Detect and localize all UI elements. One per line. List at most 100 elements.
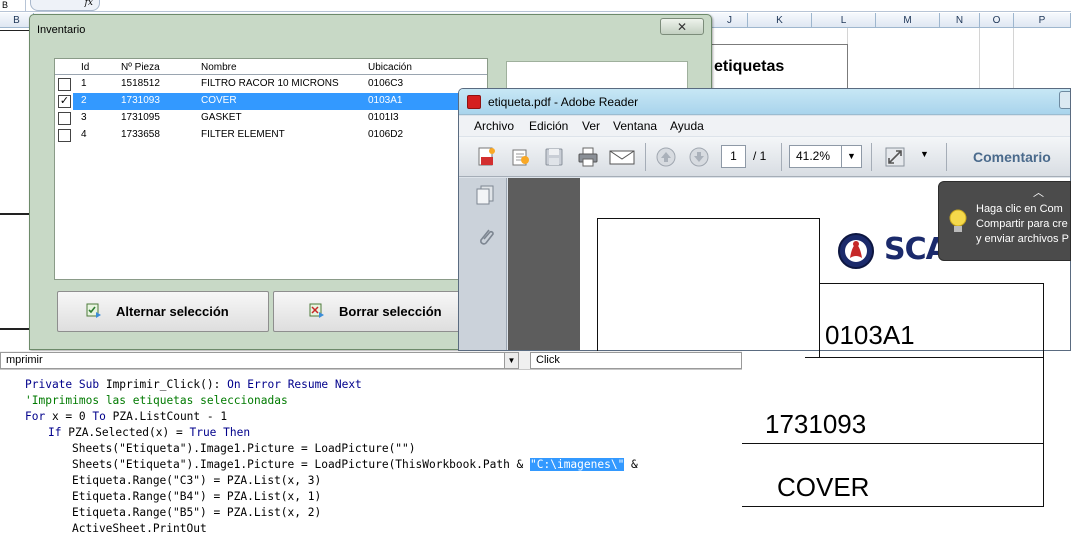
column-header-o[interactable]: O — [980, 13, 1014, 28]
chevron-down-icon[interactable]: ▼ — [504, 353, 518, 368]
label-border — [597, 218, 598, 351]
toolbar-separator — [645, 143, 646, 171]
reader-title: etiqueta.pdf - Adobe Reader — [488, 95, 639, 109]
column-header-pieza[interactable]: Nº Pieza — [121, 62, 160, 73]
code-text: x = 0 — [51, 410, 93, 423]
label-border — [597, 218, 819, 219]
edit-document-icon[interactable] — [510, 146, 532, 168]
vba-code-window[interactable]: Private Sub Imprimir_Click(): On Error R… — [0, 371, 742, 534]
cell-id: 4 — [81, 129, 87, 140]
list-item[interactable]: 3 1731095 GASKET 0101I3 — [55, 110, 487, 127]
column-header-p[interactable]: P — [1014, 13, 1071, 28]
label-name: COVER — [777, 472, 870, 502]
save-icon[interactable] — [543, 146, 565, 168]
code-line: Etiqueta.Range("B4") = PZA.List(x, 1) — [72, 490, 322, 503]
alternar-seleccion-button[interactable]: Alternar selección — [57, 291, 269, 332]
fx-button[interactable]: fx — [30, 0, 100, 11]
label-border — [819, 218, 820, 358]
zoom-value: 41.2% — [796, 149, 831, 163]
clear-selection-icon — [309, 303, 324, 318]
cell-pieza: 1731095 — [121, 112, 160, 123]
sheet-label-box: etiquetas — [700, 44, 848, 90]
object-combo[interactable]: mprimir ▼ — [0, 352, 519, 369]
code-line: Etiqueta.Range("B5") = PZA.List(x, 2) — [72, 506, 322, 519]
label-border-line — [0, 30, 29, 31]
column-header-m[interactable]: M — [876, 13, 940, 28]
code-line: Sheets("Etiqueta").Image1.Picture = Load… — [72, 457, 638, 473]
row-checkbox[interactable] — [58, 78, 71, 91]
menu-edicion[interactable]: Edición — [529, 119, 568, 133]
code-line: If PZA.Selected(x) = True Then — [48, 425, 250, 441]
keyword: Private Sub — [25, 378, 106, 391]
excel-name-box[interactable]: B — [0, 0, 26, 11]
list-item[interactable]: 4 1733658 FILTER ELEMENT 0106D2 — [55, 127, 487, 144]
email-icon[interactable] — [609, 146, 635, 168]
column-header-n[interactable]: N — [940, 13, 980, 28]
column-header-id[interactable]: Id — [81, 62, 89, 73]
borrar-seleccion-button[interactable]: Borrar selección — [273, 291, 463, 332]
code-line: Etiqueta.Range("C3") = PZA.List(x, 3) — [72, 474, 322, 487]
menu-ventana[interactable]: Ventana — [613, 119, 657, 133]
row-checkbox[interactable] — [58, 112, 71, 125]
menu-archivo[interactable]: Archivo — [474, 119, 514, 133]
tooltip-line-1: Haga clic en Com — [976, 203, 1063, 215]
list-item-selected[interactable]: ✓ 2 1731093 COVER 0103A1 — [55, 93, 487, 110]
document-gutter — [508, 178, 580, 350]
column-header-ubicacion[interactable]: Ubicación — [368, 62, 412, 73]
label-location: 0103A1 — [825, 320, 915, 350]
menu-ayuda[interactable]: Ayuda — [670, 119, 704, 133]
code-line: Private Sub Imprimir_Click(): On Error R… — [25, 377, 362, 393]
row-checkbox-checked[interactable]: ✓ — [58, 95, 71, 108]
borrar-seleccion-label: Borrar selección — [339, 304, 442, 319]
keyword: True Then — [189, 426, 251, 439]
keyword: For — [25, 410, 52, 423]
reader-tooltip[interactable]: ︿ Haga clic en Com Compartir para cre y … — [938, 181, 1071, 261]
navigation-sidebar — [459, 178, 507, 350]
list-item[interactable]: 1 1518512 FILTRO RACOR 10 MICRONS 0106C3 — [55, 76, 487, 93]
toolbar-separator — [946, 143, 947, 171]
cell-nombre: FILTER ELEMENT — [201, 129, 285, 140]
code-comment-line: 'Imprimimos las etiquetas seleccionadas — [25, 394, 288, 407]
alternar-seleccion-label: Alternar selección — [116, 304, 229, 319]
code-line: For x = 0 To PZA.ListCount - 1 — [25, 409, 227, 425]
chevron-down-icon[interactable]: ▼ — [841, 146, 861, 167]
zoom-select[interactable]: 41.2% ▼ — [789, 145, 862, 168]
close-button[interactable]: ✕ — [660, 18, 704, 35]
vba-combo-bar: mprimir ▼ Click — [0, 351, 742, 370]
comment-pane-button[interactable]: Comentario — [973, 149, 1051, 165]
label-border — [742, 443, 1043, 444]
label-border — [805, 357, 1043, 358]
cell-id: 3 — [81, 112, 87, 123]
column-header-nombre[interactable]: Nombre — [201, 62, 237, 73]
label-border — [819, 283, 1043, 284]
window-control-button[interactable] — [1059, 91, 1070, 109]
row-checkbox[interactable] — [58, 129, 71, 142]
pages-thumbnail-icon[interactable] — [475, 184, 495, 206]
print-icon[interactable] — [577, 146, 599, 168]
menu-ver[interactable]: Ver — [582, 119, 600, 133]
column-header-l[interactable]: L — [812, 13, 876, 28]
close-icon: ✕ — [676, 20, 688, 34]
cell-ubicacion: 0106C3 — [368, 78, 404, 89]
previous-page-icon[interactable] — [655, 146, 677, 168]
column-header-k[interactable]: K — [748, 13, 812, 28]
listbox-header: Id Nº Pieza Nombre Ubicación — [55, 61, 487, 75]
chevron-up-icon[interactable]: ︿ — [1033, 184, 1044, 200]
label-border — [1043, 283, 1044, 507]
next-page-icon[interactable] — [688, 146, 710, 168]
page-number-input[interactable]: 1 — [721, 145, 746, 168]
selected-code-text[interactable]: "C:\imagenes\" — [530, 458, 625, 471]
grid-line — [979, 28, 980, 88]
create-pdf-icon[interactable] — [476, 146, 498, 168]
toolbar-menu-chevron-icon[interactable]: ▼ — [920, 149, 929, 159]
reader-menubar: Archivo Edición Ver Ventana Ayuda — [459, 116, 1070, 136]
keyword: On Error Resume Next — [227, 378, 362, 391]
attachments-icon[interactable] — [476, 226, 496, 250]
adobe-reader-logo-icon — [467, 95, 481, 109]
column-header-j[interactable]: J — [712, 13, 748, 28]
reader-titlebar: etiqueta.pdf - Adobe Reader — [459, 89, 1070, 115]
fit-page-icon[interactable] — [884, 146, 906, 168]
code-text: Imprimir_Click(): — [105, 378, 228, 391]
procedure-combo[interactable]: Click — [530, 352, 742, 369]
pza-listbox[interactable]: Id Nº Pieza Nombre Ubicación 1 1518512 F… — [54, 58, 488, 280]
